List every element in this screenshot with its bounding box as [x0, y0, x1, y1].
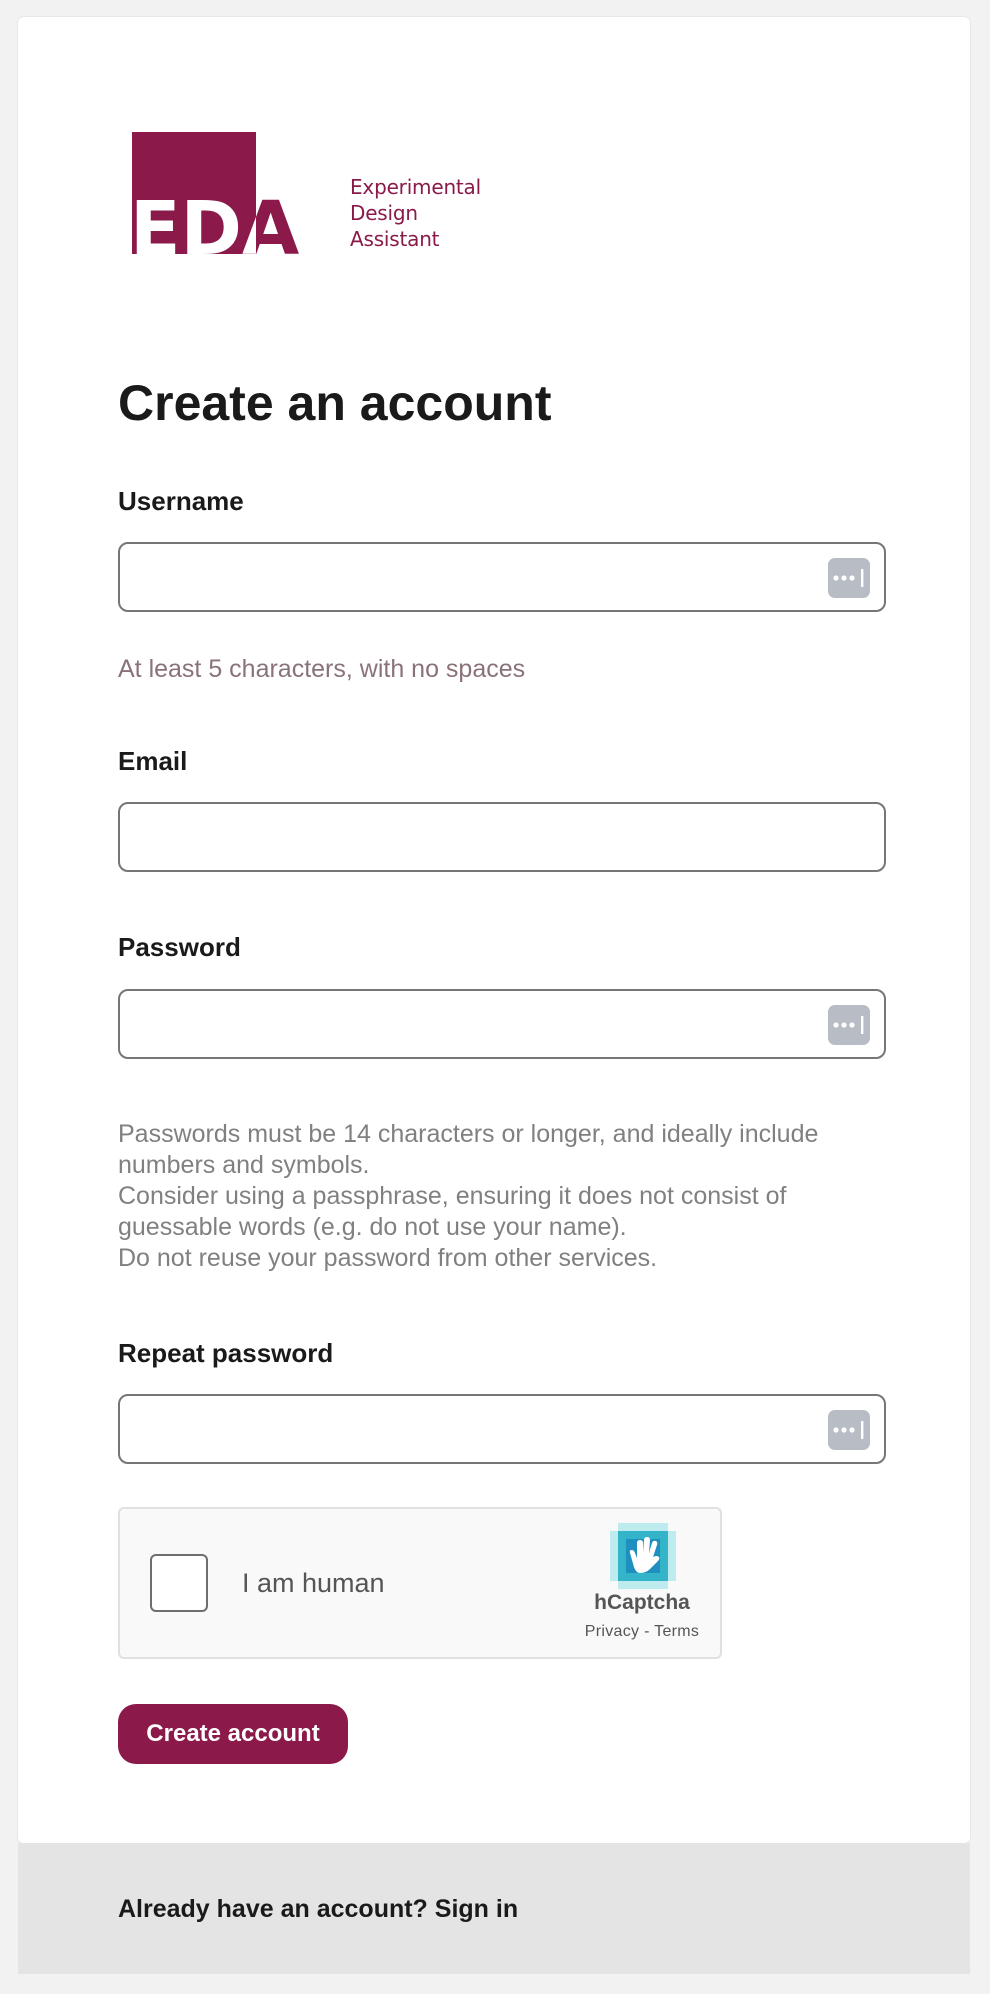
- password-manager-icon[interactable]: [828, 1005, 870, 1045]
- hcaptcha-checkbox[interactable]: [150, 1554, 208, 1612]
- create-account-button[interactable]: Create account: [118, 1704, 348, 1764]
- eda-logo-wordmark: Experimental Design Assistant: [350, 174, 481, 252]
- repeat-password-input[interactable]: [134, 1396, 814, 1462]
- password-manager-icon[interactable]: [828, 558, 870, 598]
- hcaptcha-links-separator: -: [639, 1623, 655, 1640]
- logo-line-2: Design: [350, 201, 418, 225]
- password-manager-icon[interactable]: [828, 1410, 870, 1450]
- sign-in-link[interactable]: Already have an account? Sign in: [118, 1894, 518, 1924]
- username-field-box: [118, 542, 886, 612]
- hcaptcha-privacy-link[interactable]: Privacy: [585, 1623, 640, 1640]
- eda-logo: EDA EDA Experimental Design Assistant: [132, 132, 481, 272]
- password-hint-line-2: Consider using a passphrase, ensuring it…: [118, 1182, 787, 1241]
- username-input[interactable]: [134, 544, 814, 610]
- email-field-box: [118, 802, 886, 872]
- username-hint: At least 5 characters, with no spaces: [118, 655, 526, 683]
- eda-logo-mark: EDA EDA: [132, 132, 299, 262]
- hcaptcha-checkbox-label[interactable]: I am human: [242, 1567, 385, 1599]
- password-input[interactable]: [134, 991, 814, 1057]
- logo-line-1: Experimental: [350, 175, 481, 199]
- password-hint-line-3: Do not reuse your password from other se…: [118, 1244, 658, 1272]
- email-label: Email: [118, 746, 188, 776]
- repeat-password-field-box: [118, 1394, 886, 1464]
- signup-card: EDA EDA Experimental Design Assistant Cr…: [18, 17, 970, 1843]
- password-label: Password: [118, 932, 241, 962]
- hcaptcha-terms-link[interactable]: Terms: [654, 1623, 699, 1640]
- password-hint-line-1: Passwords must be 14 characters or longe…: [118, 1120, 819, 1179]
- page-title: Create an account: [118, 375, 552, 431]
- repeat-password-label: Repeat password: [118, 1338, 334, 1368]
- email-input[interactable]: [134, 804, 814, 870]
- footer: Already have an account? Sign in: [18, 1843, 970, 1974]
- password-hint: Passwords must be 14 characters or longe…: [118, 1119, 886, 1274]
- hcaptcha-links: Privacy - Terms: [560, 1622, 724, 1642]
- hcaptcha-widget: I am human hCaptcha Privacy - Terms: [118, 1507, 722, 1659]
- hcaptcha-brand: hCaptcha: [594, 1591, 690, 1614]
- password-field-box: [118, 989, 886, 1059]
- username-label: Username: [118, 486, 244, 516]
- hcaptcha-logo-icon: [610, 1523, 676, 1589]
- logo-line-3: Assistant: [350, 227, 440, 251]
